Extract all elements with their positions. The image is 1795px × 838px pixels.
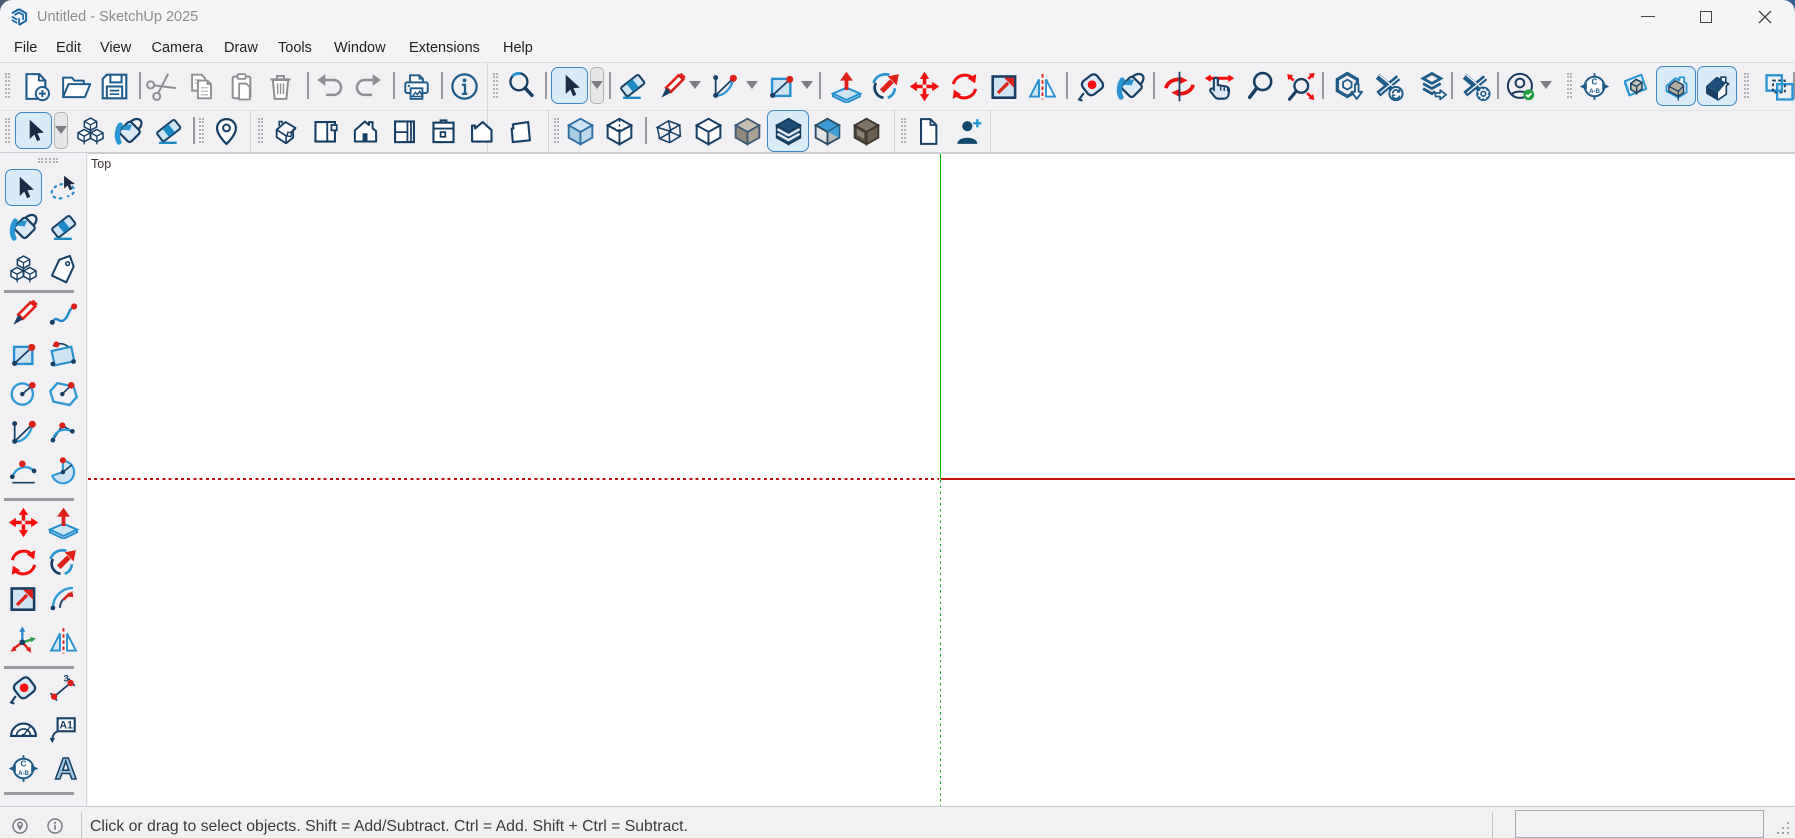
svg-text:A1: A1 [59, 719, 73, 731]
svg-text:A: A [54, 752, 76, 785]
svg-text:3: 3 [63, 673, 68, 683]
svg-text:C: C [1591, 77, 1597, 86]
svg-text:A-B: A-B [1589, 87, 1600, 94]
svg-text:C: C [20, 759, 26, 768]
svg-text:A-B: A-B [18, 769, 29, 776]
